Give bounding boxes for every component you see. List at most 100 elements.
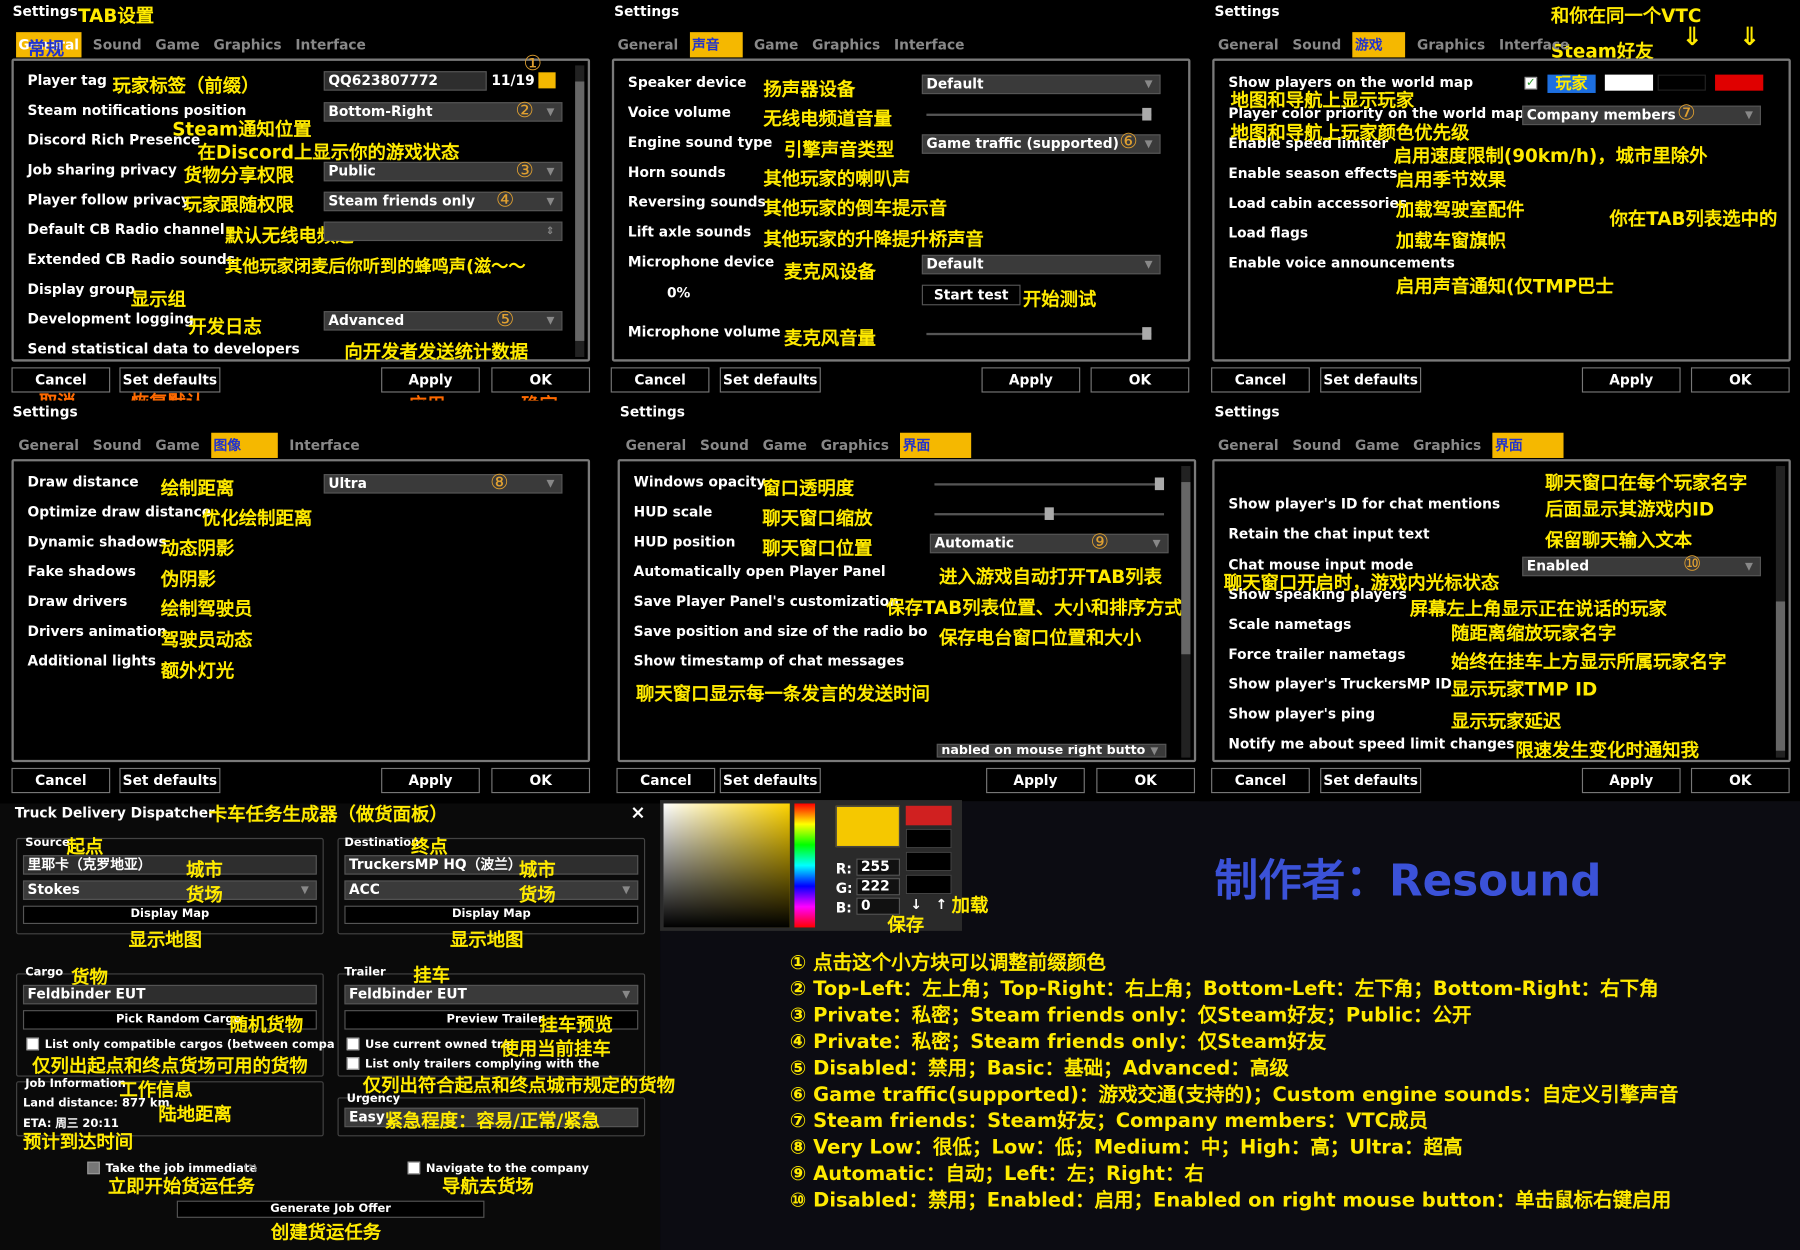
tab-graphics[interactable]: Graphics [810, 32, 883, 57]
tab-sound[interactable]: Sound [90, 32, 143, 57]
tab-interface[interactable]: Interface [892, 32, 967, 57]
load-icon[interactable]: ↑ [936, 896, 948, 912]
vtc-color-swatch[interactable] [1604, 74, 1654, 91]
mouse-mode-select-cut[interactable]: nabled on mouse right butto ▼ [936, 743, 1167, 758]
green-input[interactable]: 222 [856, 878, 901, 896]
destination-display-map-button[interactable]: Display Map [344, 905, 639, 925]
cancel-button[interactable]: Cancel [1211, 767, 1310, 794]
ok-button[interactable]: OK [1690, 367, 1790, 393]
tab-graphics[interactable]: 图像 [211, 432, 278, 458]
tab-graphics[interactable]: Graphics [1415, 32, 1488, 57]
use-owned-trailer-checkbox[interactable] [346, 1037, 360, 1051]
tab-game[interactable]: 游戏 [1352, 32, 1406, 58]
scrollbar[interactable] [1775, 466, 1786, 758]
apply-button[interactable]: Apply [986, 767, 1085, 794]
panel-title: Settings [12, 404, 78, 421]
red-input[interactable]: 255 [856, 858, 901, 876]
tab-interface[interactable]: Interface [287, 433, 362, 458]
swatch-empty[interactable] [905, 851, 952, 872]
swatch-empty[interactable] [905, 874, 952, 895]
apply-button[interactable]: Apply [1581, 367, 1681, 393]
list-complying-trailers-checkbox[interactable] [346, 1057, 360, 1070]
color-priority-select[interactable]: Company members ▼ [1522, 105, 1761, 126]
set-defaults-button[interactable]: Set defaults [1320, 767, 1422, 794]
cargo-select[interactable]: Feldbinder EUT [22, 984, 317, 1005]
tab-game[interactable]: Game [153, 32, 202, 57]
cancel-button[interactable]: Cancel [616, 767, 716, 794]
destination-company-select[interactable]: ACC ▼ [344, 880, 639, 900]
ok-button[interactable]: OK [1096, 767, 1196, 794]
tab-sound[interactable]: 声音 [689, 32, 743, 58]
mic-device-select[interactable]: Default ▼ [921, 254, 1161, 275]
tab-graphics[interactable]: Graphics [818, 433, 891, 458]
tab-general[interactable]: General [1216, 433, 1281, 458]
tab-graphics[interactable]: Graphics [211, 32, 284, 57]
cancel-button[interactable]: Cancel [610, 367, 710, 393]
set-defaults-button[interactable]: Set defaults [1320, 367, 1422, 393]
tab-interface[interactable]: Interface [293, 32, 368, 57]
tab-general[interactable]: General [16, 433, 81, 458]
show-players-checkbox[interactable]: ✓ [1524, 76, 1538, 90]
tab-game[interactable]: Game [1353, 433, 1402, 458]
set-defaults-button[interactable]: Set defaults [719, 767, 821, 794]
tab-sound[interactable]: Sound [698, 433, 751, 458]
start-test-button[interactable]: Start test [921, 284, 1021, 306]
tab-graphics[interactable]: Graphics [1411, 433, 1484, 458]
tab-sound[interactable]: Sound [90, 433, 143, 458]
scrollbar[interactable] [1181, 466, 1191, 758]
swatch-red[interactable] [905, 805, 952, 826]
cb-channel-stepper[interactable]: ⇕ [323, 221, 563, 242]
mic-volume-slider[interactable] [926, 327, 1152, 340]
saturation-value-area[interactable] [663, 803, 790, 928]
panel-title: Settings [619, 404, 685, 421]
list-compatible-cargo-checkbox[interactable] [26, 1037, 40, 1051]
windows-opacity-slider[interactable] [934, 477, 1165, 491]
take-job-checkbox[interactable] [87, 1161, 100, 1175]
generate-job-button[interactable]: Generate Job Offer [176, 1200, 485, 1218]
set-defaults-button[interactable]: Set defaults [119, 767, 221, 794]
voice-volume-slider[interactable] [926, 107, 1152, 121]
destination-city-select[interactable]: TruckersMP HQ（波兰） [344, 855, 639, 875]
close-icon[interactable]: × [630, 801, 645, 823]
tab-game[interactable]: Game [760, 433, 809, 458]
cancel-button[interactable]: Cancel [1211, 367, 1310, 393]
cancel-button[interactable]: Cancel [11, 767, 111, 794]
tab-game[interactable]: Game [153, 433, 202, 458]
dev-logging-select[interactable]: Advanced ▼ [323, 311, 563, 331]
setting-label: Speaker device [627, 74, 747, 91]
scrollbar[interactable] [575, 65, 585, 357]
friend-color-swatch[interactable] [1657, 74, 1706, 91]
tab-general[interactable]: General [623, 433, 688, 458]
source-city-select[interactable]: 里耶卡（克罗地亚） [22, 855, 317, 875]
apply-button[interactable]: Apply [381, 767, 480, 794]
tab-interface[interactable]: 界面 [1492, 432, 1564, 458]
apply-button[interactable]: Apply [1581, 767, 1681, 794]
draw-distance-select[interactable]: Ultra ▼ [323, 474, 563, 494]
hue-slider[interactable] [794, 803, 816, 928]
ok-button[interactable]: OK [1690, 767, 1790, 794]
player-tag-input[interactable]: QQ623807772 [323, 71, 487, 91]
tab-sound[interactable]: Sound [1290, 32, 1343, 57]
ok-button[interactable]: OK [491, 767, 591, 794]
speaker-device-select[interactable]: Default ▼ [921, 74, 1161, 95]
ok-button[interactable]: OK [1090, 367, 1190, 393]
tab-general[interactable]: General [1216, 32, 1281, 57]
hud-position-select[interactable]: Automatic ▼ [929, 533, 1169, 554]
apply-button[interactable]: Apply [981, 367, 1081, 393]
tab-interface[interactable]: Interface [1497, 32, 1572, 57]
hud-scale-slider[interactable] [934, 507, 1165, 520]
swatch-empty[interactable] [905, 828, 952, 849]
chat-mouse-mode-select[interactable]: Enabled ▼ [1522, 556, 1761, 577]
selected-color-swatch[interactable] [1715, 74, 1764, 91]
source-display-map-button[interactable]: Display Map [22, 905, 317, 925]
source-company-select[interactable]: Stokes ▼ [22, 880, 317, 900]
tab-general[interactable]: General [615, 32, 680, 57]
follow-privacy-select[interactable]: Steam friends only ▼ [323, 191, 563, 212]
set-defaults-button[interactable]: Set defaults [719, 367, 821, 393]
tab-sound[interactable]: Sound [1290, 433, 1343, 458]
setting-label: HUD scale [633, 503, 713, 520]
navigate-checkbox[interactable] [407, 1161, 421, 1175]
tab-interface[interactable]: 界面 [900, 432, 972, 458]
trailer-select[interactable]: Feldbinder EUT ▼ [344, 984, 639, 1005]
tab-game[interactable]: Game [752, 32, 801, 57]
